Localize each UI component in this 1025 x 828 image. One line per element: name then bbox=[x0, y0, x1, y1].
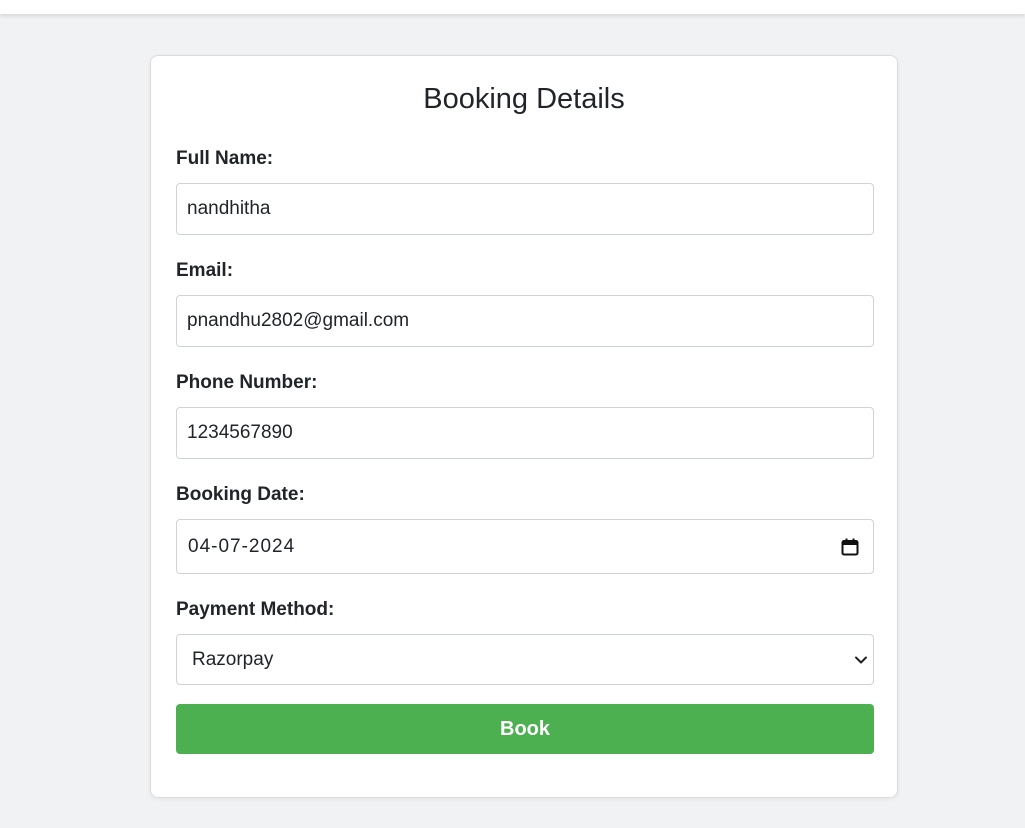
email-value: pnandhu2802@gmail.com bbox=[187, 310, 410, 331]
payment-method-select[interactable]: Razorpay bbox=[176, 634, 874, 685]
email-label: Email: bbox=[176, 260, 234, 281]
top-navbar bbox=[0, 0, 1025, 14]
full-name-value: nandhitha bbox=[187, 198, 271, 219]
book-button[interactable]: Book bbox=[176, 704, 874, 754]
payment-method-value: Razorpay bbox=[192, 648, 274, 670]
booking-date-input[interactable]: 04-07-2024 bbox=[176, 519, 874, 574]
chevron-down-icon bbox=[854, 653, 868, 667]
form-title: Booking Details bbox=[423, 83, 625, 115]
phone-number-label: Phone Number: bbox=[176, 372, 318, 393]
booking-form-card: Booking Details Full Name: nandhitha Ema… bbox=[150, 55, 898, 798]
booking-date-value: 04-07-2024 bbox=[188, 535, 296, 557]
phone-number-input[interactable]: 1234567890 bbox=[176, 407, 874, 459]
full-name-label: Full Name: bbox=[176, 148, 274, 169]
full-name-input[interactable]: nandhitha bbox=[176, 183, 874, 235]
calendar-icon[interactable] bbox=[841, 538, 859, 556]
phone-number-value: 1234567890 bbox=[187, 422, 293, 443]
email-input[interactable]: pnandhu2802@gmail.com bbox=[176, 295, 874, 347]
payment-method-label: Payment Method: bbox=[176, 599, 335, 620]
booking-date-label: Booking Date: bbox=[176, 484, 305, 505]
